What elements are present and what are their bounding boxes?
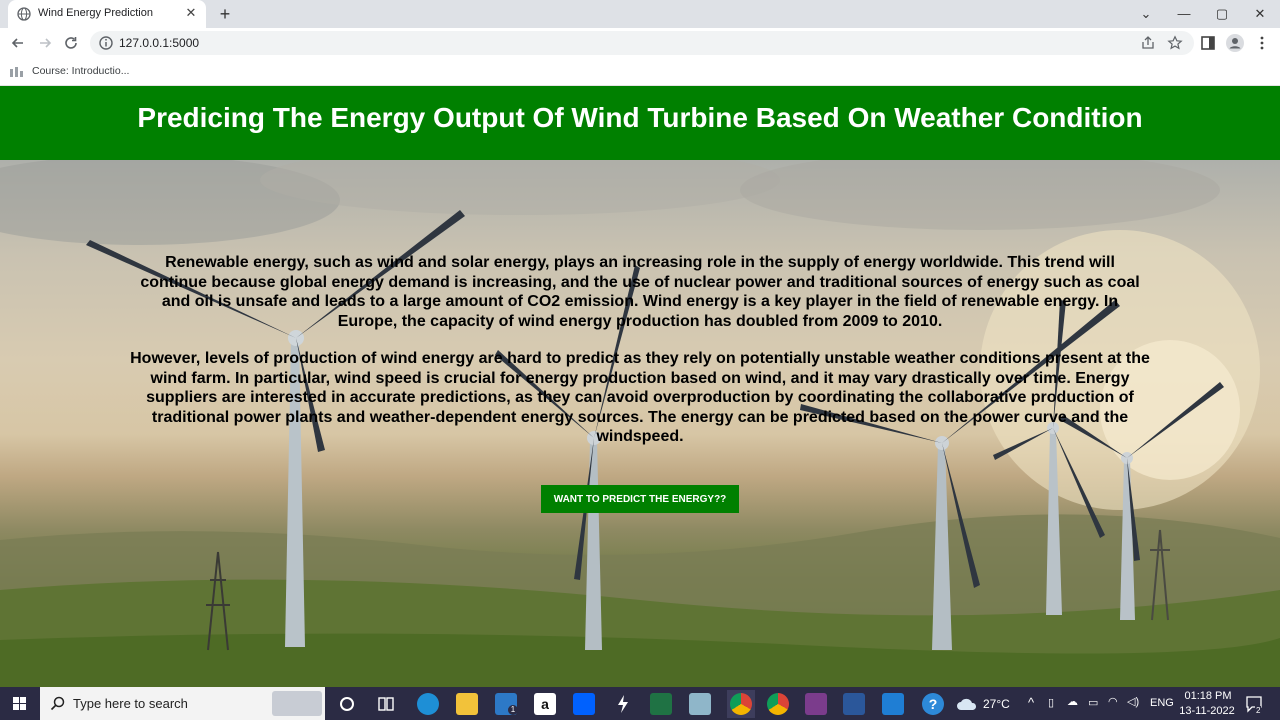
cortana-icon[interactable] bbox=[336, 693, 358, 715]
url-text: 127.0.0.1:5000 bbox=[119, 36, 200, 50]
volume-icon[interactable]: ◁) bbox=[1127, 695, 1139, 708]
weather-temperature[interactable]: 27°C bbox=[983, 697, 1010, 711]
bookmark-star-icon[interactable] bbox=[1167, 35, 1183, 51]
battery-icon[interactable]: ▭ bbox=[1088, 696, 1098, 709]
vscode-icon[interactable] bbox=[882, 693, 904, 715]
back-arrow-icon[interactable] bbox=[10, 35, 26, 51]
tray-overflow-icon[interactable]: ^ bbox=[1028, 695, 1034, 710]
onedrive-icon[interactable]: ☁ bbox=[1067, 695, 1078, 708]
menu-kebab-icon[interactable] bbox=[1254, 35, 1270, 51]
address-bar[interactable]: 127.0.0.1:5000 bbox=[90, 31, 1194, 55]
chrome-active-icon[interactable] bbox=[727, 690, 755, 718]
paragraph-prediction: However, levels of production of wind en… bbox=[130, 350, 1150, 445]
close-icon[interactable]: ✕ bbox=[184, 6, 198, 20]
bookmarks-bar: Course: Introductio... bbox=[0, 58, 1280, 86]
winrar-icon[interactable] bbox=[805, 693, 827, 715]
maximize-icon[interactable]: ▢ bbox=[1211, 4, 1233, 24]
device-icon[interactable]: ▯ bbox=[1048, 696, 1054, 709]
amazon-icon[interactable]: a bbox=[534, 693, 556, 715]
window-close-icon[interactable]: ✕ bbox=[1249, 4, 1271, 24]
bookmark-favicon-icon bbox=[10, 67, 23, 77]
clock-date[interactable]: 13-11-2022 bbox=[1178, 705, 1236, 717]
chrome-icon[interactable] bbox=[767, 693, 789, 715]
browser-toolbar: 127.0.0.1:5000 bbox=[0, 28, 1280, 58]
notepad-icon[interactable] bbox=[689, 693, 711, 715]
new-tab-icon[interactable]: + bbox=[216, 5, 234, 23]
chrome-logo-icon bbox=[730, 693, 752, 715]
mail-icon[interactable]: 1 bbox=[495, 693, 518, 715]
page-header: Predicing The Energy Output Of Wind Turb… bbox=[0, 86, 1280, 160]
globe-icon bbox=[17, 7, 31, 21]
side-panel-icon[interactable] bbox=[1200, 35, 1216, 51]
paragraph-renewable-energy: Renewable energy, such as wind and solar… bbox=[140, 254, 1140, 330]
task-view-icon[interactable] bbox=[375, 693, 397, 715]
windows-start-icon[interactable] bbox=[0, 687, 40, 720]
taskbar-search-box[interactable]: Type here to search bbox=[40, 687, 325, 720]
language-indicator[interactable]: ENG bbox=[1150, 697, 1174, 709]
hero-section: Renewable energy, such as wind and solar… bbox=[0, 160, 1280, 687]
info-icon[interactable] bbox=[98, 35, 114, 51]
forward-arrow-icon[interactable] bbox=[37, 35, 53, 51]
notification-count: 2 bbox=[1255, 706, 1262, 715]
predict-energy-button[interactable]: WANT TO PREDICT THE ENERGY?? bbox=[541, 485, 739, 513]
bookmark-label: Course: Introductio... bbox=[32, 65, 130, 77]
file-explorer-icon[interactable] bbox=[456, 693, 478, 715]
clock-time[interactable]: 01:18 PM bbox=[1183, 690, 1233, 702]
tab-search-icon[interactable]: ⌄ bbox=[1135, 4, 1157, 24]
page-title: Predicing The Energy Output Of Wind Turb… bbox=[137, 102, 1143, 133]
tab-title: Wind Energy Prediction bbox=[38, 7, 153, 19]
search-highlight-image bbox=[272, 691, 322, 716]
search-icon bbox=[50, 696, 65, 711]
help-icon[interactable]: ? bbox=[922, 693, 944, 715]
minimize-icon[interactable]: — bbox=[1173, 4, 1195, 24]
profile-avatar-icon[interactable] bbox=[1226, 34, 1244, 52]
intro-text: Renewable energy, such as wind and solar… bbox=[130, 253, 1150, 465]
edge-icon[interactable] bbox=[417, 693, 439, 715]
mail-badge: 1 bbox=[508, 705, 518, 715]
share-icon[interactable] bbox=[1140, 35, 1156, 51]
app-lightning-icon[interactable] bbox=[612, 693, 634, 715]
word-icon[interactable] bbox=[843, 693, 865, 715]
browser-tab[interactable]: Wind Energy Prediction ✕ bbox=[8, 0, 206, 28]
dropbox-icon[interactable] bbox=[573, 693, 595, 715]
reload-icon[interactable] bbox=[63, 35, 79, 51]
windows-taskbar: Type here to search 1 a ? 27°C ^ ▯ ☁ ▭ ◠… bbox=[0, 687, 1280, 720]
browser-tabstrip: Wind Energy Prediction ✕ + ⌄ — ▢ ✕ bbox=[0, 0, 1280, 28]
search-placeholder: Type here to search bbox=[73, 696, 188, 711]
wifi-icon[interactable]: ◠ bbox=[1108, 695, 1118, 708]
excel-icon[interactable] bbox=[650, 693, 672, 715]
weather-cloud-icon[interactable] bbox=[955, 696, 979, 712]
